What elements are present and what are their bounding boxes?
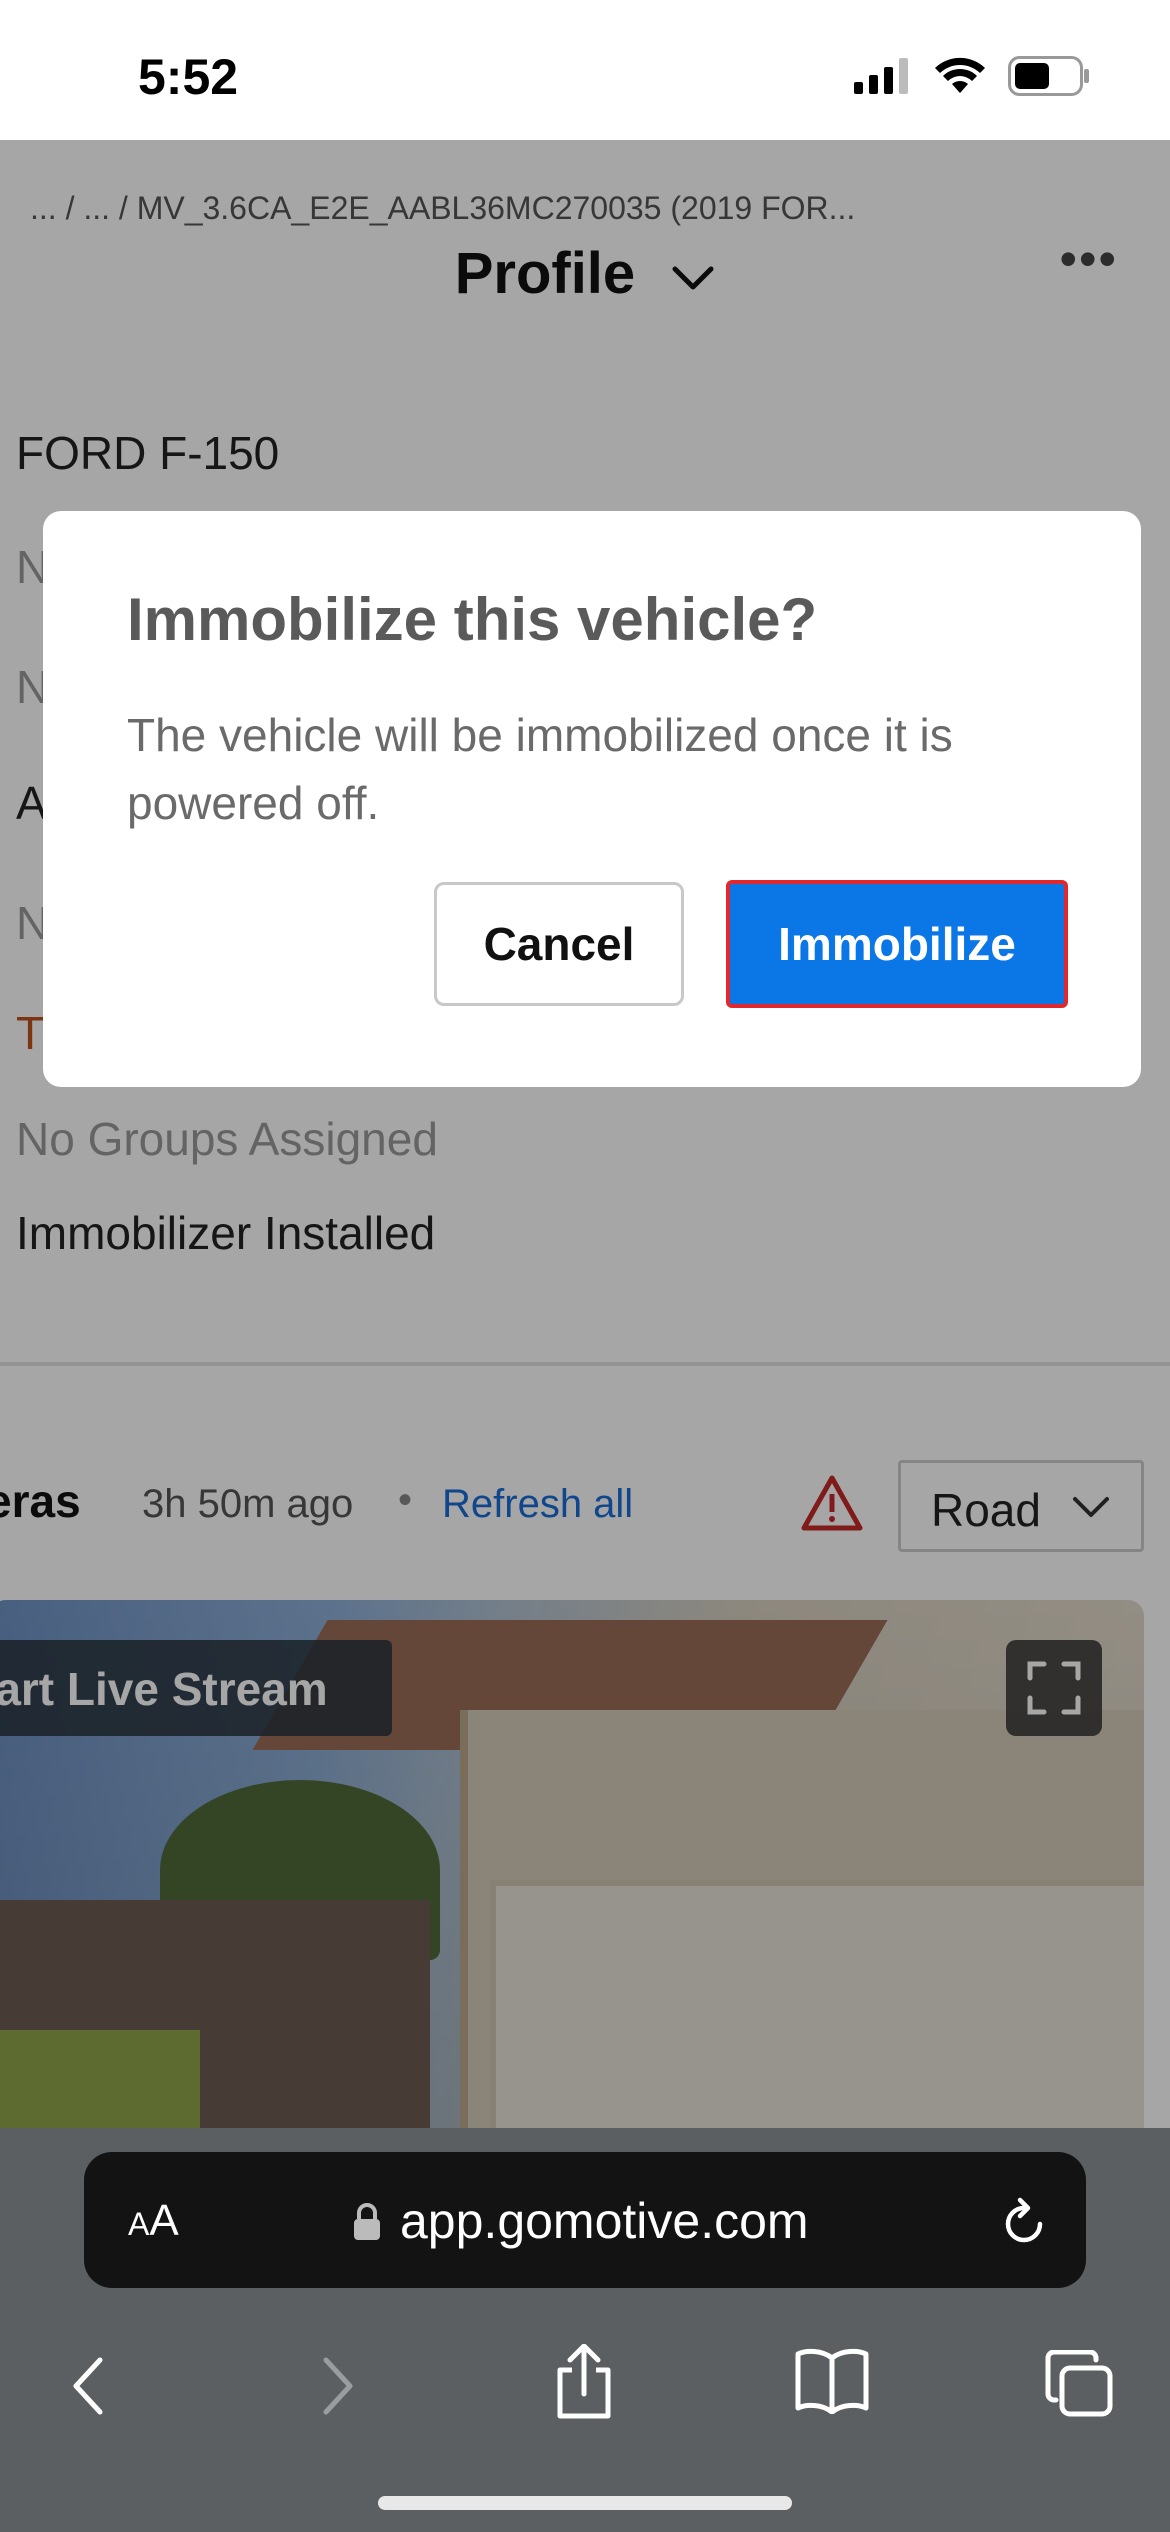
aa-small: A [128, 2206, 150, 2242]
aa-big: A [149, 2196, 179, 2245]
dialog-body: The vehicle will be immobilized once it … [127, 709, 953, 829]
reader-text-size-button[interactable]: AA [128, 2196, 179, 2246]
cancel-button[interactable]: Cancel [434, 882, 684, 1006]
immobilize-dialog: Immobilize this vehicle? The vehicle wil… [43, 511, 1141, 1087]
share-icon[interactable] [552, 2344, 616, 2420]
browser-toolbar: AA app.gomotive.com [0, 2128, 1170, 2532]
back-icon[interactable] [68, 2354, 108, 2418]
home-indicator [378, 2496, 792, 2510]
browser-nav-toolbar [0, 2324, 1170, 2464]
status-bar: 5:52 [0, 0, 1170, 140]
immobilize-button[interactable]: Immobilize [726, 880, 1068, 1008]
status-icons [854, 56, 1090, 96]
status-time: 5:52 [138, 49, 239, 105]
battery-icon [1008, 56, 1089, 96]
reload-icon[interactable] [1000, 2196, 1048, 2246]
bookmarks-icon[interactable] [794, 2348, 870, 2414]
wifi-icon [935, 57, 985, 93]
url-text[interactable]: app.gomotive.com [400, 2192, 809, 2250]
tabs-icon[interactable] [1044, 2350, 1114, 2418]
cellular-signal-icon [854, 58, 908, 94]
forward-icon[interactable] [318, 2354, 358, 2418]
dialog-title: Immobilize this vehicle? [127, 586, 818, 653]
address-bar[interactable]: AA app.gomotive.com [84, 2152, 1086, 2288]
lock-icon [354, 2203, 380, 2240]
